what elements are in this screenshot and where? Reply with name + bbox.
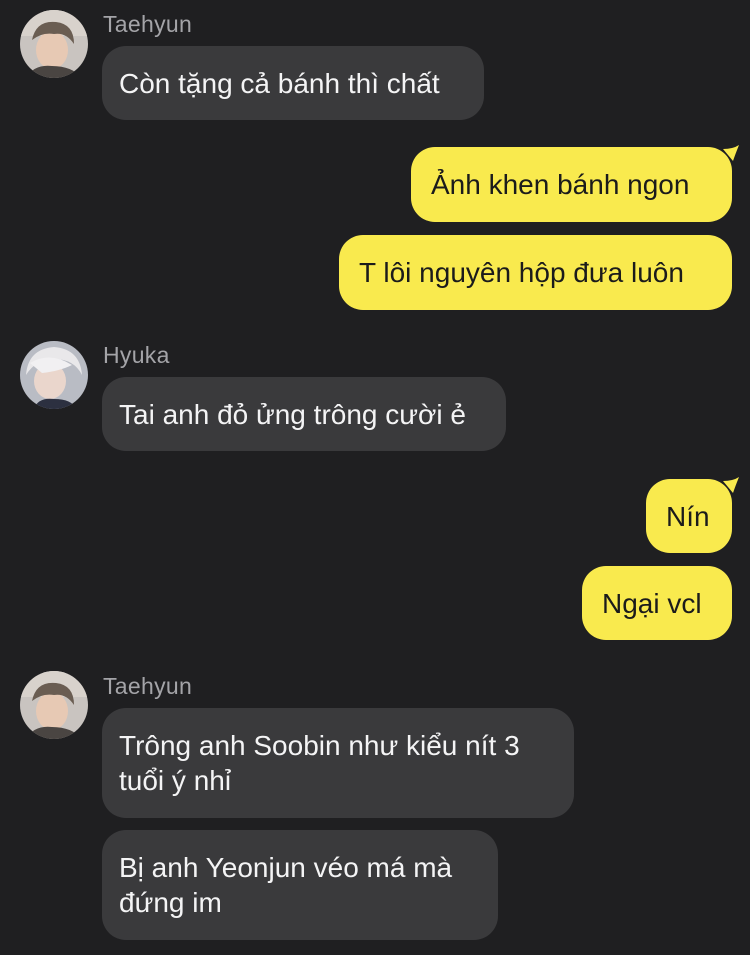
sender-name: Taehyun: [103, 673, 193, 699]
message-bubble-outgoing[interactable]: Ảnh khen bánh ngon: [411, 145, 739, 222]
message-bubble-outgoing[interactable]: Ngại vcl: [582, 566, 732, 640]
message-bubble-outgoing[interactable]: Nín: [646, 477, 739, 553]
message-text: Nín: [666, 500, 710, 532]
message-bubble-outgoing[interactable]: T lôi nguyên hộp đưa luôn: [339, 235, 732, 310]
message-bubble-incoming[interactable]: Trông anh Soobin như kiểu nít 3 tuổi ý n…: [102, 708, 574, 818]
bubble-tail-icon: [723, 145, 739, 161]
chat-transcript: Taehyun Còn tặng cả bánh thì chất Ảnh kh…: [0, 0, 750, 955]
bubble-tail-icon: [723, 477, 739, 493]
avatar-taehyun[interactable]: [20, 10, 88, 78]
sender-name: Taehyun: [103, 11, 193, 37]
sender-name: Hyuka: [103, 342, 170, 368]
message-bubble-incoming[interactable]: Còn tặng cả bánh thì chất: [102, 46, 484, 120]
message-bubble-incoming[interactable]: Tai anh đỏ ửng trông cười ẻ: [102, 377, 506, 451]
avatar-hyuka[interactable]: [20, 341, 88, 409]
message-bubble-incoming[interactable]: Bị anh Yeonjun véo má mà đứng im: [102, 830, 498, 940]
avatar-taehyun[interactable]: [20, 671, 88, 739]
message-text: Ảnh khen bánh ngon: [431, 169, 690, 200]
